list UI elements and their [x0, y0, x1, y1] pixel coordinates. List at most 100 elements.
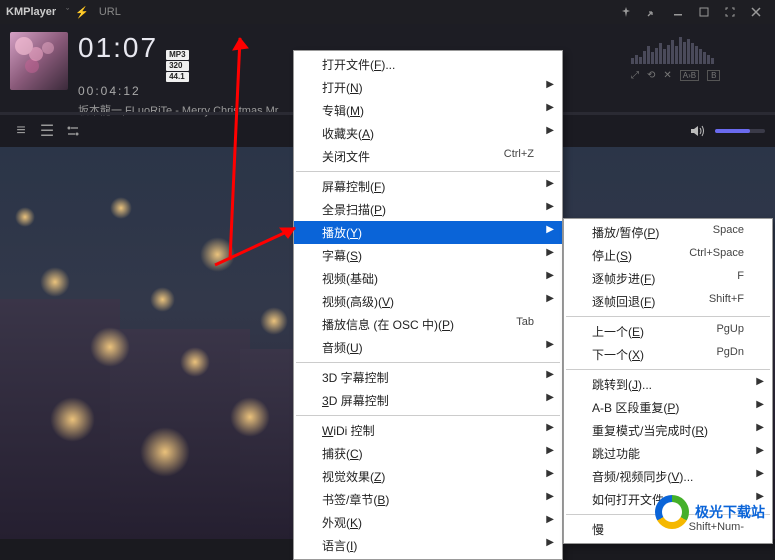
album-art[interactable] [10, 32, 68, 90]
menu-item[interactable]: 3D 屏幕控制 ▶ [294, 389, 562, 412]
menu-item[interactable]: 打开(N)▶ [294, 76, 562, 99]
menu-item[interactable]: 3D 字幕控制 ▶ [294, 366, 562, 389]
fullscreen-icon[interactable] [719, 4, 741, 20]
vis-ctrl-ab-icon[interactable]: A›B [680, 70, 699, 81]
menu-item[interactable]: 跳转到(J)...▶ [564, 373, 772, 396]
menu-shortcut: Tab [516, 316, 534, 333]
watermark: 极光下载站 [655, 495, 765, 529]
menu-item[interactable]: 播放(Y)▶ [294, 221, 562, 244]
track-title: 坂本龍一,FLuoRiTe - Merry Christmas Mr. ... [78, 102, 293, 118]
settings-icon[interactable] [62, 120, 84, 142]
vis-ctrl-loop-icon[interactable]: ⤢ [631, 70, 639, 81]
menu-item-label: 外观(K) [322, 514, 362, 531]
submenu-arrow-icon: ▶ [756, 376, 764, 387]
volume-slider[interactable] [715, 129, 765, 133]
menu-item-label: A-B 区段重复(P) [592, 399, 679, 416]
menu-item-label: 全景扫描(P) [322, 201, 386, 218]
current-time: 01:07 [78, 32, 158, 64]
submenu-arrow-icon: ▶ [546, 270, 554, 281]
menu-item-label: 收藏夹(A) [322, 125, 374, 142]
submenu-arrow-icon: ▶ [546, 247, 554, 258]
pin-icon[interactable] [615, 4, 637, 20]
menu-item[interactable]: WiDi 控制▶ [294, 419, 562, 442]
menu-item-label: 播放信息 (在 OSC 中)(P) [322, 316, 454, 333]
bolt-icon[interactable]: ⚡ [75, 6, 89, 19]
menu-item[interactable]: A-B 区段重复(P)▶ [564, 396, 772, 419]
submenu-arrow-icon: ▶ [546, 102, 554, 113]
menu-shortcut: Space [713, 224, 744, 241]
menu-item[interactable]: 屏幕控制(F)▶ [294, 175, 562, 198]
volume-icon[interactable] [687, 120, 709, 142]
vis-ctrl-b-icon[interactable]: B [707, 70, 720, 81]
maximize-icon[interactable] [693, 4, 715, 20]
submenu-arrow-icon: ▶ [546, 514, 554, 525]
submenu-arrow-icon: ▶ [546, 293, 554, 304]
minimize-icon[interactable] [667, 4, 689, 20]
menu-item[interactable]: 书签/章节(B)▶ [294, 488, 562, 511]
vis-ctrl-shuffle-icon[interactable]: ✕ [663, 70, 671, 81]
close-icon[interactable] [745, 4, 767, 20]
menu-item[interactable]: 收藏夹(A)▶ [294, 122, 562, 145]
time-block: 01:07 MP3 320 44.1 00:04:12 坂本龍一,FLuoRiT… [78, 32, 293, 118]
menu-item[interactable]: 打开文件(F)... [294, 53, 562, 76]
menu-item[interactable]: 关闭文件 Ctrl+Z [294, 145, 562, 168]
menu-item[interactable]: 音频(U)▶ [294, 336, 562, 359]
menu-shortcut: PgUp [716, 323, 744, 340]
menu-item-label: 关闭文件 [322, 148, 370, 165]
menu-item-label: 视频(基础) [322, 270, 378, 287]
context-menu-main: 打开文件(F)...打开(N)▶专辑(M)▶收藏夹(A)▶关闭文件Ctrl+Z屏… [293, 50, 563, 560]
submenu-arrow-icon: ▶ [546, 392, 554, 403]
menu-item[interactable]: 音频/视频同步(V)...▶ [564, 465, 772, 488]
menu-separator [566, 316, 770, 317]
watermark-text: 极光下载站 [695, 502, 765, 522]
menu-item[interactable]: 上一个(E)PgUp [564, 320, 772, 343]
menu-item[interactable]: 下一个(X)PgDn [564, 343, 772, 366]
menu-item-label: 如何打开文件 [592, 491, 664, 508]
menu-item[interactable]: 外观(K) ▶ [294, 511, 562, 534]
url-label[interactable]: URL [99, 6, 121, 18]
menu-item-label: 逐帧步进(F) [592, 270, 655, 287]
list-icon[interactable]: ☰ [36, 120, 58, 142]
menu-item-label: 视觉效果(Z) [322, 468, 385, 485]
menu-item[interactable]: 逐帧回退(F)Shift+F [564, 290, 772, 313]
menu-item[interactable]: 字幕(S)▶ [294, 244, 562, 267]
menu-item[interactable]: 视频(高级)(V)▶ [294, 290, 562, 313]
chevron-down-icon[interactable]: ˇ [66, 7, 69, 17]
menu-separator [296, 362, 560, 363]
submenu-arrow-icon: ▶ [546, 369, 554, 380]
menu-item[interactable]: 全景扫描(P) ▶ [294, 198, 562, 221]
submenu-arrow-icon: ▶ [546, 201, 554, 212]
menu-item-label: 屏幕控制(F) [322, 178, 385, 195]
menu-item[interactable]: 逐帧步进(F)F [564, 267, 772, 290]
menu-item[interactable]: 专辑(M)▶ [294, 99, 562, 122]
titlebar: KMPlayer ˇ ⚡ URL [0, 0, 775, 24]
menu-item-label: 3D 屏幕控制 [322, 392, 389, 409]
submenu-arrow-icon: ▶ [546, 224, 554, 235]
playlist-icon[interactable]: ≡ [10, 120, 32, 142]
menu-item-label: 重复模式/当完成时(R) [592, 422, 708, 439]
restore-down-icon[interactable] [641, 4, 663, 20]
menu-shortcut: Ctrl+Z [504, 148, 534, 165]
menu-separator [296, 415, 560, 416]
submenu-arrow-icon: ▶ [546, 339, 554, 350]
menu-item-label: 语言(I) [322, 537, 357, 554]
menu-shortcut: Ctrl+Space [689, 247, 744, 264]
menu-separator [566, 369, 770, 370]
menu-item[interactable]: 捕获(C)▶ [294, 442, 562, 465]
menu-item-label: 捕获(C) [322, 445, 363, 462]
menu-item-label: 停止(S) [592, 247, 632, 264]
menu-item[interactable]: 视频(基础) ▶ [294, 267, 562, 290]
menu-item-label: 3D 字幕控制 [322, 369, 389, 386]
elapsed-time: 00:04:12 [78, 84, 293, 98]
menu-item[interactable]: 视觉效果(Z)▶ [294, 465, 562, 488]
menu-item[interactable]: 语言(I)▶ [294, 534, 562, 557]
format-badge: MP3 [166, 50, 188, 60]
submenu-arrow-icon: ▶ [546, 491, 554, 502]
menu-item[interactable]: 重复模式/当完成时(R)▶ [564, 419, 772, 442]
menu-item[interactable]: 跳过功能▶ [564, 442, 772, 465]
submenu-arrow-icon: ▶ [756, 468, 764, 479]
vis-ctrl-repeat-icon[interactable]: ⟲ [647, 70, 655, 81]
menu-item[interactable]: 播放信息 (在 OSC 中)(P) Tab [294, 313, 562, 336]
menu-item[interactable]: 播放/暂停(P)Space [564, 221, 772, 244]
menu-item[interactable]: 停止(S) Ctrl+Space [564, 244, 772, 267]
